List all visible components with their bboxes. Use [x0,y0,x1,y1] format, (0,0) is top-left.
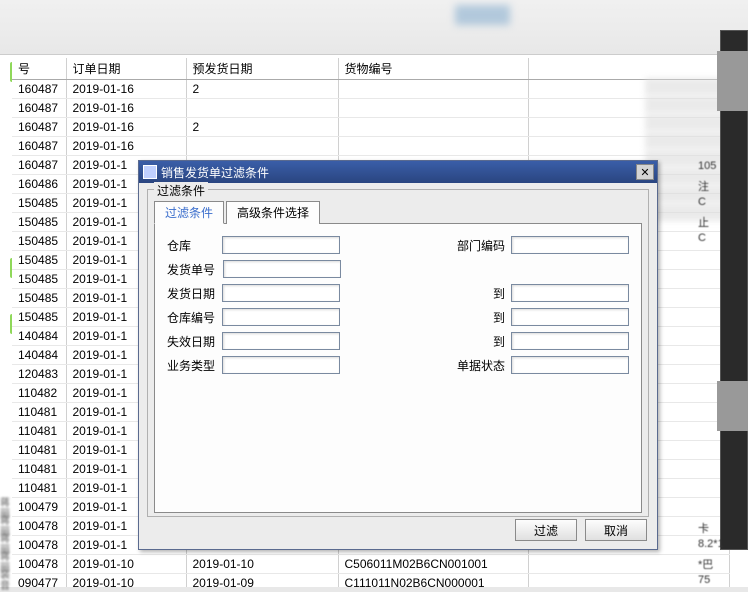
column-header[interactable]: 号 [12,58,66,80]
input-ship-date-from[interactable] [222,284,340,302]
group-label: 过滤条件 [154,182,208,199]
input-dept-no[interactable] [511,236,629,254]
cancel-button[interactable]: 取消 [585,519,647,541]
input-ship-date-to[interactable] [511,284,629,302]
table-row[interactable]: 1604872019-01-162 [12,118,730,137]
tab-strip: 过滤条件 高级条件选择 [154,200,642,223]
dialog-titlebar[interactable]: 销售发货单过滤条件 ✕ [139,161,657,183]
overflow-cell: 75 [698,574,710,586]
overflow-cell: 卡 [698,520,709,536]
close-button[interactable]: ✕ [636,164,654,180]
app-icon [143,165,157,179]
column-header[interactable]: 货物编号 [338,58,528,80]
label-expire: 失效日期 [167,333,222,350]
input-warehouse[interactable] [222,236,340,254]
dialog-title: 销售发货单过滤条件 [161,164,636,181]
column-header[interactable]: 预发货日期 [186,58,338,80]
input-doc-status[interactable] [511,356,629,374]
input-wh-no-to[interactable] [511,308,629,326]
table-row[interactable]: 1604872019-01-16 [12,137,730,156]
label-dept-no: 部门编码 [456,237,511,254]
input-biz-type[interactable] [222,356,340,374]
tab-filter[interactable]: 过滤条件 [154,201,224,224]
filter-dialog: 销售发货单过滤条件 ✕ 过滤条件 过滤条件 高级条件选择 仓库 部门编码 发货单… [138,160,658,550]
overflow-cell: 止 [698,214,709,230]
tab-advanced[interactable]: 高级条件选择 [226,201,320,224]
table-row[interactable]: 1604872019-01-16 [12,99,730,118]
toolbar-banner [0,0,748,55]
label-doc-status: 单据状态 [456,357,511,374]
input-wh-no-from[interactable] [222,308,340,326]
input-ship-no[interactable] [223,260,341,278]
input-expire-from[interactable] [222,332,340,350]
label-to-2: 到 [456,309,511,326]
filter-button[interactable]: 过滤 [515,519,577,541]
label-wh-no: 仓库编号 [167,309,222,326]
table-row[interactable]: 1004782019-01-102019-01-10C506011M02B6CN… [12,555,730,574]
overflow-cell: C [698,196,706,208]
column-header[interactable]: 订单日期 [66,58,186,80]
input-expire-to[interactable] [511,332,629,350]
label-ship-date: 发货日期 [167,285,222,302]
label-biz-type: 业务类型 [167,357,222,374]
overflow-cell: 注 [698,178,709,194]
filter-groupbox: 过滤条件 过滤条件 高级条件选择 仓库 部门编码 发货单号 发货 [147,189,649,517]
overflow-cell: *巴 [698,556,713,572]
label-to-1: 到 [456,285,511,302]
overflow-cell: C [698,232,706,244]
right-sidebar [720,30,748,550]
tab-panel-filter: 仓库 部门编码 发货单号 发货日期 到 [154,223,642,513]
table-row[interactable]: 0904772019-01-102019-01-09C111011N02B6CN… [12,574,730,588]
label-ship-no: 发货单号 [167,261,223,278]
label-warehouse: 仓库 [167,237,222,254]
label-to-3: 到 [456,333,511,350]
overflow-cell: 105 [698,160,716,172]
overflow-cell: 8.2*1 [698,538,724,550]
row-label-smudge: 装音 [0,570,14,592]
table-row[interactable]: 1604872019-01-162 [12,80,730,99]
